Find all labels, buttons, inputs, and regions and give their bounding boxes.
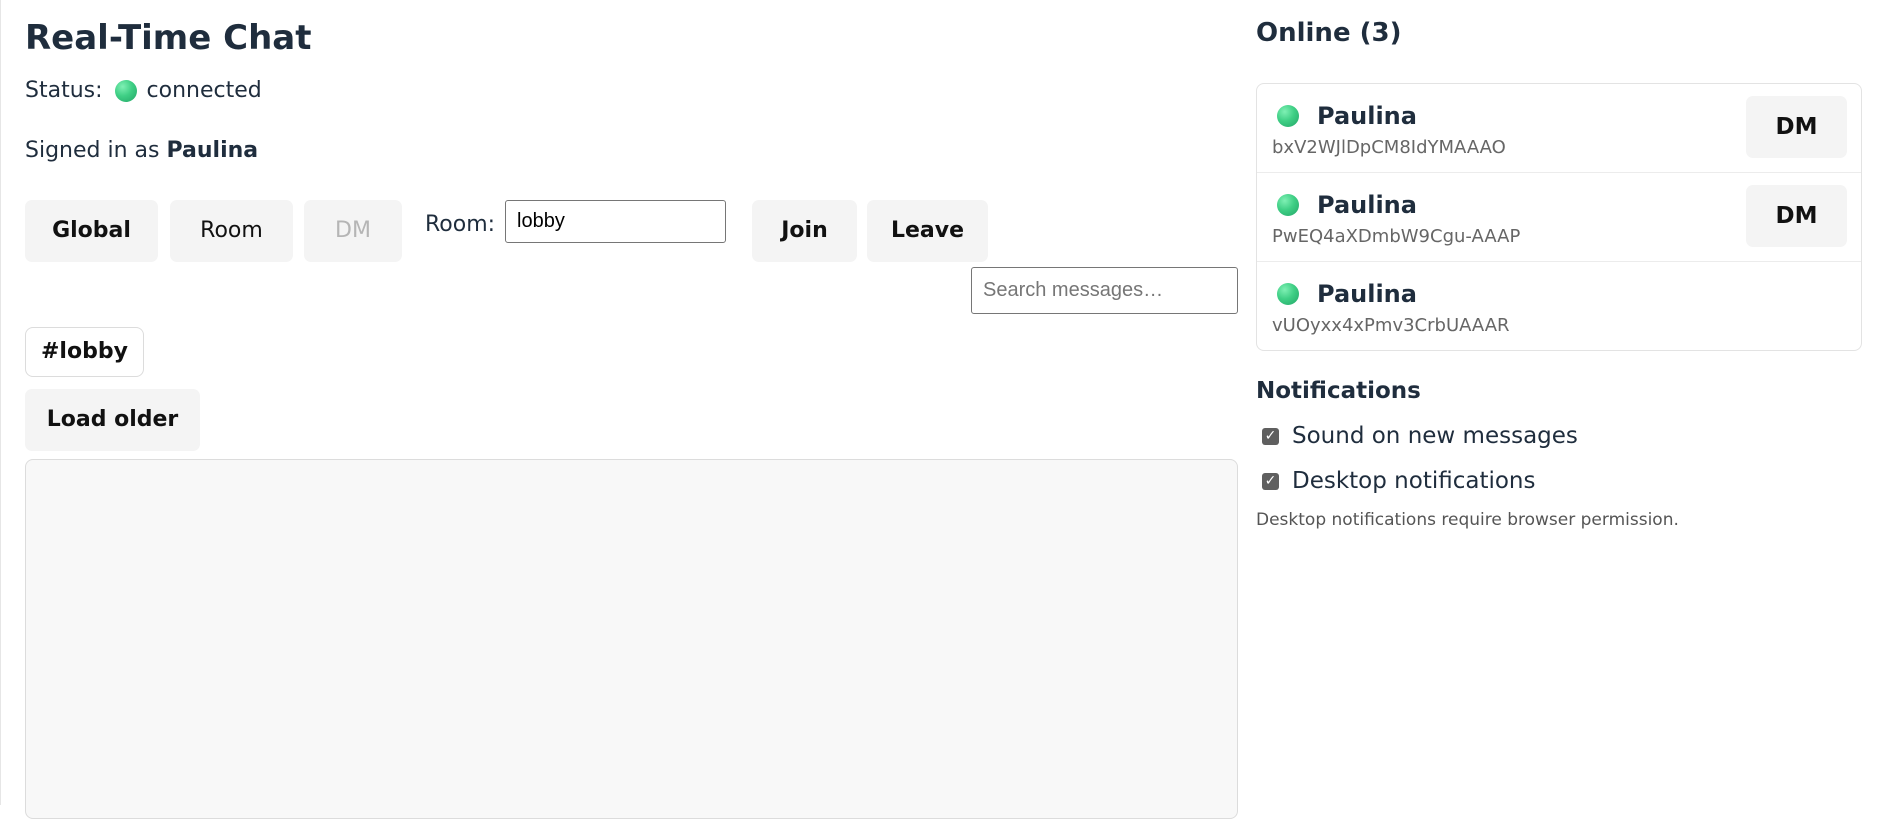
desktop-notifications-toggle[interactable]: ✓ Desktop notifications	[1262, 468, 1536, 494]
user-row: Paulina bxV2WJlDpCM8IdYMAAAO DM	[1257, 84, 1861, 173]
user-id: vUOyxx4xPmv3CrbUAAAR	[1272, 315, 1510, 336]
online-title: Online (3)	[1256, 18, 1402, 48]
signed-in-user: Paulina	[166, 138, 259, 163]
user-row: Paulina vUOyxx4xPmv3CrbUAAAR	[1257, 262, 1861, 350]
desktop-notifications-checkbox[interactable]: ✓	[1262, 472, 1279, 490]
notifications-note: Desktop notifications require browser pe…	[1256, 510, 1679, 530]
room-button[interactable]: Room	[170, 200, 293, 262]
online-user-list: Paulina bxV2WJlDpCM8IdYMAAAO DM Paulina …	[1256, 83, 1862, 351]
user-row: Paulina PwEQ4aXDmbW9Cgu-AAAP DM	[1257, 173, 1861, 262]
notifications-title: Notifications	[1256, 378, 1421, 404]
signed-in-info: Signed in as Paulina	[25, 138, 258, 163]
status-value: connected	[146, 78, 262, 103]
window-edge	[0, 0, 1, 805]
user-id: PwEQ4aXDmbW9Cgu-AAAP	[1272, 226, 1521, 247]
sound-label: Sound on new messages	[1292, 423, 1578, 449]
join-button[interactable]: Join	[752, 200, 857, 262]
online-dot-icon	[1277, 283, 1299, 305]
room-name-input[interactable]	[505, 200, 726, 243]
desktop-notifications-label: Desktop notifications	[1292, 468, 1536, 494]
user-id: bxV2WJlDpCM8IdYMAAAO	[1272, 137, 1506, 158]
dm-user-button[interactable]: DM	[1746, 96, 1847, 158]
connection-status: Status: connected	[25, 78, 262, 103]
user-name: Paulina	[1317, 102, 1417, 130]
dm-user-button[interactable]: DM	[1746, 185, 1847, 247]
user-name: Paulina	[1317, 191, 1417, 219]
message-list[interactable]	[25, 459, 1238, 819]
current-room-chip: #lobby	[25, 327, 144, 377]
sound-checkbox[interactable]: ✓	[1262, 427, 1279, 445]
online-dot-icon	[1277, 105, 1299, 127]
dm-button: DM	[304, 200, 402, 262]
user-name: Paulina	[1317, 280, 1417, 308]
sound-toggle[interactable]: ✓ Sound on new messages	[1262, 423, 1578, 449]
status-dot-icon	[114, 79, 137, 102]
search-input[interactable]	[971, 267, 1238, 314]
status-label: Status:	[25, 78, 103, 103]
load-older-button[interactable]: Load older	[25, 389, 200, 451]
leave-button[interactable]: Leave	[867, 200, 988, 262]
signed-in-prefix: Signed in as	[25, 138, 160, 163]
online-dot-icon	[1277, 194, 1299, 216]
room-field-label: Room:	[425, 212, 496, 237]
global-button[interactable]: Global	[25, 200, 158, 262]
page-title: Real-Time Chat	[25, 18, 312, 58]
